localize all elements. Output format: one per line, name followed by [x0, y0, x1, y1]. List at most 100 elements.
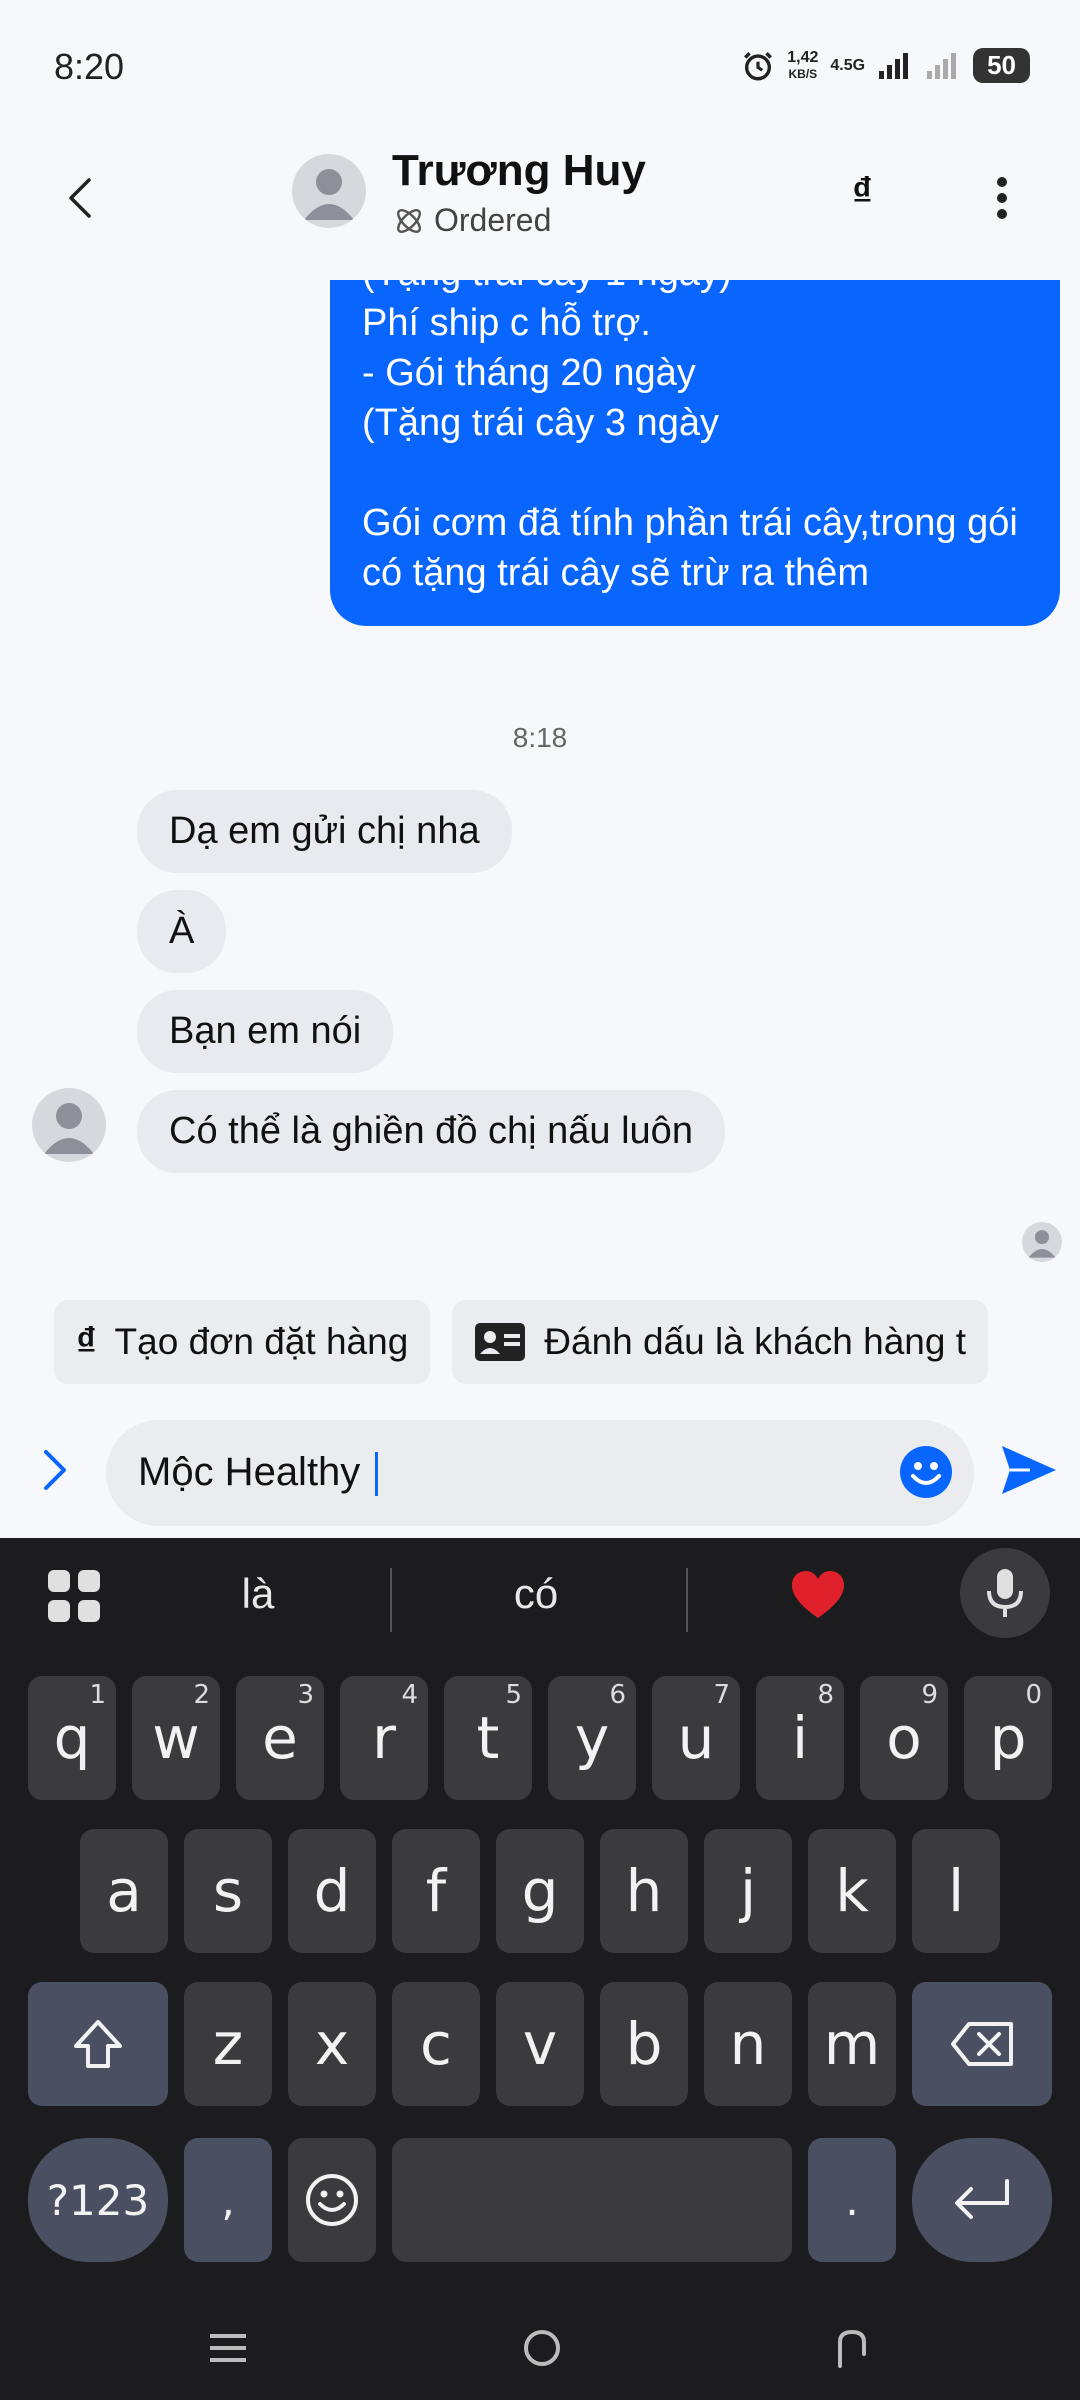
- person-icon: [1028, 1230, 1056, 1258]
- alarm-icon: [744, 51, 773, 80]
- period-key[interactable]: .: [808, 2138, 896, 2262]
- grid-icon: [48, 1570, 100, 1622]
- key-f[interactable]: f: [392, 1829, 480, 1953]
- key-y[interactable]: y6: [548, 1676, 636, 1800]
- key-label: s: [212, 1857, 244, 1925]
- keyboard-apps-button[interactable]: [46, 1568, 102, 1624]
- incoming-message[interactable]: Dạ em gửi chị nha: [137, 790, 512, 873]
- create-order-chip[interactable]: ₫ Tạo đơn đặt hàng: [54, 1300, 431, 1384]
- sender-avatar[interactable]: [32, 1088, 106, 1162]
- incoming-message[interactable]: Có thể là ghiền đồ chị nấu luôn: [137, 1090, 725, 1173]
- suggestion-strip: là có: [0, 1538, 1080, 1658]
- contact-name[interactable]: Trương Huy: [392, 146, 646, 196]
- incoming-message[interactable]: Bạn em nói: [137, 990, 394, 1073]
- key-label: u: [677, 1704, 715, 1772]
- key-label: d: [313, 1857, 351, 1925]
- person-icon: [44, 1103, 94, 1154]
- network-type: 4.5G: [830, 57, 865, 75]
- key-k[interactable]: k: [808, 1829, 896, 1953]
- status-icons: 1,42 KB/S 4.5G 50: [741, 48, 1030, 83]
- key-label: e: [262, 1704, 298, 1772]
- outgoing-message[interactable]: (Tặng trái cây 1 ngày) Phí ship c hỗ trợ…: [330, 280, 1060, 626]
- emoji-button[interactable]: [898, 1444, 954, 1500]
- key-d[interactable]: d: [288, 1829, 376, 1953]
- key-n[interactable]: n: [704, 1982, 792, 2106]
- status-bar: 8:20 1,42 KB/S 4.5G 50: [0, 0, 1080, 140]
- mic-icon: [987, 1569, 1023, 1617]
- key-o[interactable]: o9: [860, 1676, 948, 1800]
- contact-status[interactable]: Ordered: [392, 202, 551, 239]
- key-label: o: [886, 1704, 922, 1772]
- key-label: g: [521, 1857, 559, 1925]
- key-m[interactable]: m: [808, 1982, 896, 2106]
- mic-button[interactable]: [960, 1548, 1050, 1638]
- seen-receipt-avatar: [1022, 1222, 1062, 1262]
- key-x[interactable]: x: [288, 1982, 376, 2106]
- key-i[interactable]: i8: [756, 1676, 844, 1800]
- key-z[interactable]: z: [184, 1982, 272, 2106]
- send-icon: [1002, 1446, 1056, 1494]
- message-input-value[interactable]: Mộc Healthy: [138, 1450, 379, 1497]
- key-c[interactable]: c: [392, 1982, 480, 2106]
- key-r[interactable]: r4: [340, 1676, 428, 1800]
- key-t[interactable]: t5: [444, 1676, 532, 1800]
- quick-actions-bar: ₫ Tạo đơn đặt hàng Đánh dấu là khách hàn…: [54, 1300, 1080, 1384]
- key-b[interactable]: b: [600, 1982, 688, 2106]
- key-label: z: [212, 2010, 244, 2078]
- key-hint: 0: [1025, 1680, 1042, 1710]
- divider: [686, 1568, 688, 1632]
- enter-key[interactable]: [912, 2138, 1052, 2262]
- key-h[interactable]: h: [600, 1829, 688, 1953]
- expand-button[interactable]: [30, 1440, 80, 1500]
- back-button[interactable]: [52, 170, 108, 226]
- key-a[interactable]: a: [80, 1829, 168, 1953]
- enter-icon: [955, 2179, 1009, 2219]
- heart-emoji-suggestion[interactable]: [790, 1568, 846, 1624]
- contact-avatar[interactable]: [292, 154, 366, 228]
- send-button[interactable]: [996, 1438, 1060, 1502]
- suggestion[interactable]: có: [436, 1570, 636, 1618]
- back-nav-icon: [838, 2329, 866, 2368]
- recents-button[interactable]: [206, 2326, 250, 2370]
- currency-button[interactable]: ₫: [852, 170, 873, 215]
- incoming-message[interactable]: À: [137, 890, 227, 973]
- more-button[interactable]: [972, 168, 1032, 228]
- space-key[interactable]: [392, 2138, 792, 2262]
- key-label: w: [152, 1704, 200, 1772]
- key-label: v: [522, 2010, 558, 2078]
- backspace-key[interactable]: [912, 1982, 1052, 2106]
- message-input[interactable]: Mộc Healthy: [106, 1420, 974, 1526]
- net-speed-value: 1,42: [787, 48, 819, 66]
- key-label: q: [53, 1704, 91, 1772]
- contact-card-icon: [475, 1323, 526, 1361]
- key-p[interactable]: p0: [964, 1676, 1052, 1800]
- key-u[interactable]: u7: [652, 1676, 740, 1800]
- key-label: l: [947, 1857, 965, 1925]
- shift-key[interactable]: [28, 1982, 168, 2106]
- key-label: b: [625, 2010, 663, 2078]
- key-w[interactable]: w2: [132, 1676, 220, 1800]
- key-v[interactable]: v: [496, 1982, 584, 2106]
- key-label: t: [476, 1704, 500, 1772]
- shift-icon: [74, 2020, 122, 2068]
- backspace-icon: [951, 2022, 1013, 2066]
- home-button[interactable]: [520, 2326, 564, 2370]
- emoji-key[interactable]: [288, 2138, 376, 2262]
- key-g[interactable]: g: [496, 1829, 584, 1953]
- suggestion[interactable]: là: [158, 1570, 358, 1618]
- comma-key[interactable]: ,: [184, 2138, 272, 2262]
- back-nav-button[interactable]: [830, 2326, 874, 2370]
- key-label: h: [625, 1857, 663, 1925]
- key-label: y: [574, 1704, 610, 1772]
- message-composer: Mộc Healthy: [0, 1410, 1080, 1530]
- key-q[interactable]: q1: [28, 1676, 116, 1800]
- key-j[interactable]: j: [704, 1829, 792, 1953]
- key-s[interactable]: s: [184, 1829, 272, 1953]
- network-label: 4.5G: [830, 56, 866, 74]
- key-label: k: [835, 1857, 869, 1925]
- symbols-key[interactable]: ?123: [28, 2138, 168, 2262]
- key-e[interactable]: e3: [236, 1676, 324, 1800]
- mark-customer-chip[interactable]: Đánh dấu là khách hàng t: [452, 1300, 989, 1384]
- message-list[interactable]: (Tặng trái cây 1 ngày) Phí ship c hỗ trợ…: [0, 280, 1080, 1280]
- key-l[interactable]: l: [912, 1829, 1000, 1953]
